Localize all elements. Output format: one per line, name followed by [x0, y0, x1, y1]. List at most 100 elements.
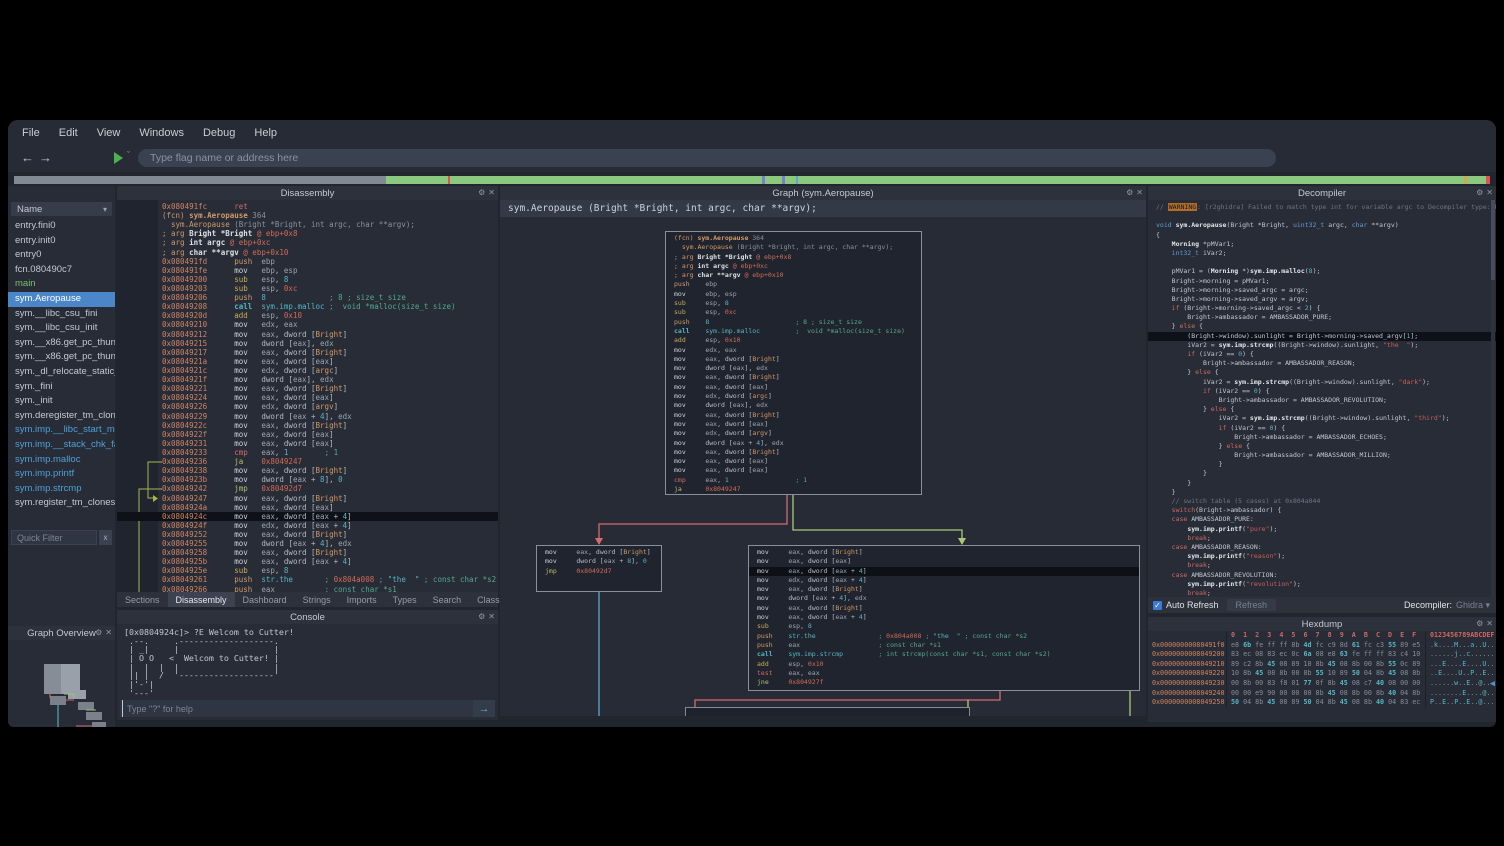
hexdump-row[interactable]: 0x000000000804924000 00 e9 90 00 00 00 8… [1148, 689, 1496, 699]
address-seek-bar[interactable] [14, 176, 1490, 184]
decompiler-line[interactable]: Bright->ambassador = AMBASSADOR_REASON; [1148, 359, 1496, 368]
asm-line[interactable]: 0x0804920d add esp, 0x10 [117, 311, 498, 320]
asm-line[interactable]: 0x0804921c mov edx, dword [argc] [117, 366, 498, 375]
node-asm-line[interactable]: test eax, eax [757, 669, 1131, 678]
gear-icon[interactable]: ⚙ [478, 613, 485, 621]
console-send-button[interactable]: → [473, 700, 495, 717]
hexdump-row[interactable]: 0x000000000804923000 8b 00 83 f8 01 77 0… [1148, 679, 1496, 689]
decompiler-line[interactable]: if (iVar2 == 0) { [1148, 387, 1496, 396]
node-asm-line[interactable]: mov edx, dword [eax + 4] [757, 576, 1131, 585]
node-asm-line[interactable]: mov dword [eax], edx [674, 401, 913, 410]
graph-node-partial[interactable] [685, 707, 970, 716]
tab-dashboard[interactable]: Dashboard [235, 592, 295, 607]
back-arrow-icon[interactable]: ← [21, 150, 34, 165]
menu-item-windows[interactable]: Windows [139, 127, 184, 139]
menu-item-help[interactable]: Help [254, 127, 277, 139]
asm-line[interactable]: 0x0804921f mov dword [eax], edx [117, 375, 498, 384]
node-asm-line[interactable]: mov dword [eax + 4], edx [674, 439, 913, 448]
decompiler-scrollbar[interactable] [1491, 200, 1495, 597]
node-asm-line[interactable]: mov dword [eax + 4], edx [757, 594, 1131, 603]
asm-line[interactable]: 0x08049224 mov eax, dword [eax] [117, 393, 498, 402]
menu-item-file[interactable]: File [22, 127, 40, 139]
close-icon[interactable]: ✕ [488, 613, 495, 621]
asm-line[interactable]: 0x08049261 push str.the ; 0x804a008 ; "t… [117, 575, 498, 584]
asm-line[interactable]: 0x0804922c mov eax, dword [Bright] [117, 421, 498, 430]
asm-line[interactable]: 0x08049210 mov edx, eax [117, 320, 498, 329]
function-list-item[interactable]: sym.__x86.get_pc_thunk.bx [8, 350, 115, 365]
node-asm-line[interactable]: (fcn) sym.Aeropause 364 [674, 234, 913, 243]
function-list-item[interactable]: sym.register_tm_clones [8, 496, 115, 511]
decompiler-line[interactable]: } [1148, 488, 1496, 497]
gear-icon[interactable]: ⚙ [1476, 189, 1483, 197]
decompiler-line[interactable]: Bright->morning = pMVar1; [1148, 277, 1496, 286]
gear-icon[interactable]: ⚙ [478, 189, 485, 197]
asm-line[interactable]: 0x0804922f mov eax, dword [eax] [117, 430, 498, 439]
decompiler-line[interactable]: case AMBASSADOR_PURE: [1148, 515, 1496, 524]
node-asm-line[interactable]: mov edx, dword [argc] [674, 392, 913, 401]
asm-line[interactable]: 0x080491fc ret [117, 202, 498, 211]
node-asm-line[interactable]: mov eax, dword [Bright] [545, 548, 653, 557]
decompiler-line[interactable]: switch(Bright->ambassador) { [1148, 506, 1496, 515]
asm-line[interactable]: 0x08049217 mov eax, dword [Bright] [117, 348, 498, 357]
decompiler-line[interactable]: Bright->ambassador = AMBASSADOR_MILLION; [1148, 451, 1496, 460]
decompiler-line[interactable]: sym.imp.printf("pure"); [1148, 525, 1496, 534]
asm-line[interactable]: 0x08049212 mov eax, dword [Bright] [117, 330, 498, 339]
node-asm-line[interactable]: call sym.imp.strcmp ; int strcmp(const c… [757, 650, 1131, 659]
function-list-item[interactable]: sym._fini [8, 380, 115, 395]
asm-line[interactable]: 0x0804924a mov eax, dword [eax] [117, 503, 498, 512]
function-list-item[interactable]: sym.deregister_tm_clones [8, 409, 115, 424]
decompiler-line[interactable]: if (iVar2 == 0) { [1148, 424, 1496, 433]
play-dropdown-chevron-icon[interactable]: ˇ [127, 150, 130, 160]
tab-sections[interactable]: Sections [117, 592, 168, 607]
decompiler-line[interactable]: Bright->morning->saved_argc = argc; [1148, 286, 1496, 295]
asm-line[interactable]: ; arg int argc @ ebp+0xc [117, 238, 498, 247]
gear-icon[interactable]: ⚙ [1126, 189, 1133, 197]
decompiler-line[interactable]: if (Bright->morning->saved_argc < 2) { [1148, 304, 1496, 313]
node-asm-line[interactable]: mov dword [eax + 8], 0 [545, 557, 653, 566]
node-asm-line[interactable]: mov eax, dword [eax] [674, 420, 913, 429]
node-asm-line[interactable]: sub esp, 8 [674, 299, 913, 308]
decompiler-line[interactable]: break; [1148, 534, 1496, 543]
decompiler-line[interactable]: } else { [1148, 368, 1496, 377]
decompiler-line[interactable]: void sym.Aeropause(Bright *Bright, uint3… [1148, 221, 1496, 230]
debug-play-icon[interactable] [114, 152, 123, 164]
node-asm-line[interactable]: cmp eax, 1 ; 1 [674, 476, 913, 485]
quick-filter-input[interactable] [11, 530, 97, 545]
asm-line[interactable]: 0x08049247 mov eax, dword [Bright] [117, 494, 498, 503]
decompiler-line[interactable]: case AMBASSADOR_REASON: [1148, 543, 1496, 552]
asm-line[interactable]: 0x0804925e sub esp, 8 [117, 566, 498, 575]
node-asm-line[interactable]: mov dword [eax], edx [674, 364, 913, 373]
refresh-button[interactable]: Refresh [1227, 599, 1277, 611]
node-asm-line[interactable]: sub esp, 0xc [674, 308, 913, 317]
asm-line[interactable]: 0x08049203 sub esp, 0xc [117, 284, 498, 293]
node-asm-line[interactable]: push eax ; const char *s1 [757, 641, 1131, 650]
node-asm-line[interactable]: mov eax, dword [eax] [674, 383, 913, 392]
node-asm-line[interactable]: mov eax, dword [Bright] [757, 585, 1131, 594]
node-asm-line[interactable]: mov eax, dword [eax] [674, 457, 913, 466]
tab-types[interactable]: Types [385, 592, 425, 607]
function-list-item[interactable]: sym.Aeropause [8, 292, 115, 307]
menu-item-edit[interactable]: Edit [59, 127, 78, 139]
decompiler-select[interactable]: Ghidra ▾ [1456, 600, 1490, 611]
node-asm-line[interactable]: push str.the ; 0x804a008 ; "the " ; cons… [757, 632, 1131, 641]
function-list-item[interactable]: sym.imp.__stack_chk_fail [8, 438, 115, 453]
decompiler-line[interactable]: } [1148, 460, 1496, 469]
decompiler-line[interactable]: case AMBASSADOR_REVOLUTION: [1148, 571, 1496, 580]
asm-line[interactable]: 0x08049255 mov dword [eax + 4], edx [117, 539, 498, 548]
function-list-item[interactable]: sym.__libc_csu_fini [8, 307, 115, 322]
close-icon[interactable]: ✕ [1486, 620, 1493, 628]
function-list-item[interactable]: sym._init [8, 394, 115, 409]
graph-node-true-branch[interactable]: mov eax, dword [Bright]mov eax, dword [e… [748, 545, 1140, 691]
decompiler-line[interactable]: if (iVar2 == 0) { [1148, 350, 1496, 359]
graph-node-false-branch[interactable]: mov eax, dword [Bright]mov dword [eax + … [536, 545, 662, 592]
decompiler-line[interactable]: } [1148, 479, 1496, 488]
node-asm-line[interactable]: ; arg char **argv @ ebp+0x10 [674, 271, 913, 280]
hexdump-row[interactable]: 0x00000000080491f0e8 6b fe ff ff 8b 4d f… [1148, 641, 1496, 651]
decompiler-line[interactable]: sym.imp.printf("reason"); [1148, 552, 1496, 561]
node-asm-line[interactable]: jmp 0x80492d7 [545, 567, 653, 576]
node-asm-line[interactable]: mov eax, dword [Bright] [674, 355, 913, 364]
asm-line[interactable]: (fcn) sym.Aeropause 364 [117, 211, 498, 220]
decompiler-line[interactable]: Bright->ambassador = AMBASSADOR_REVOLUTI… [1148, 396, 1496, 405]
decompiler-line[interactable]: int32_t iVar2; [1148, 249, 1496, 258]
node-asm-line[interactable]: ja 0x8049247 [674, 485, 913, 494]
